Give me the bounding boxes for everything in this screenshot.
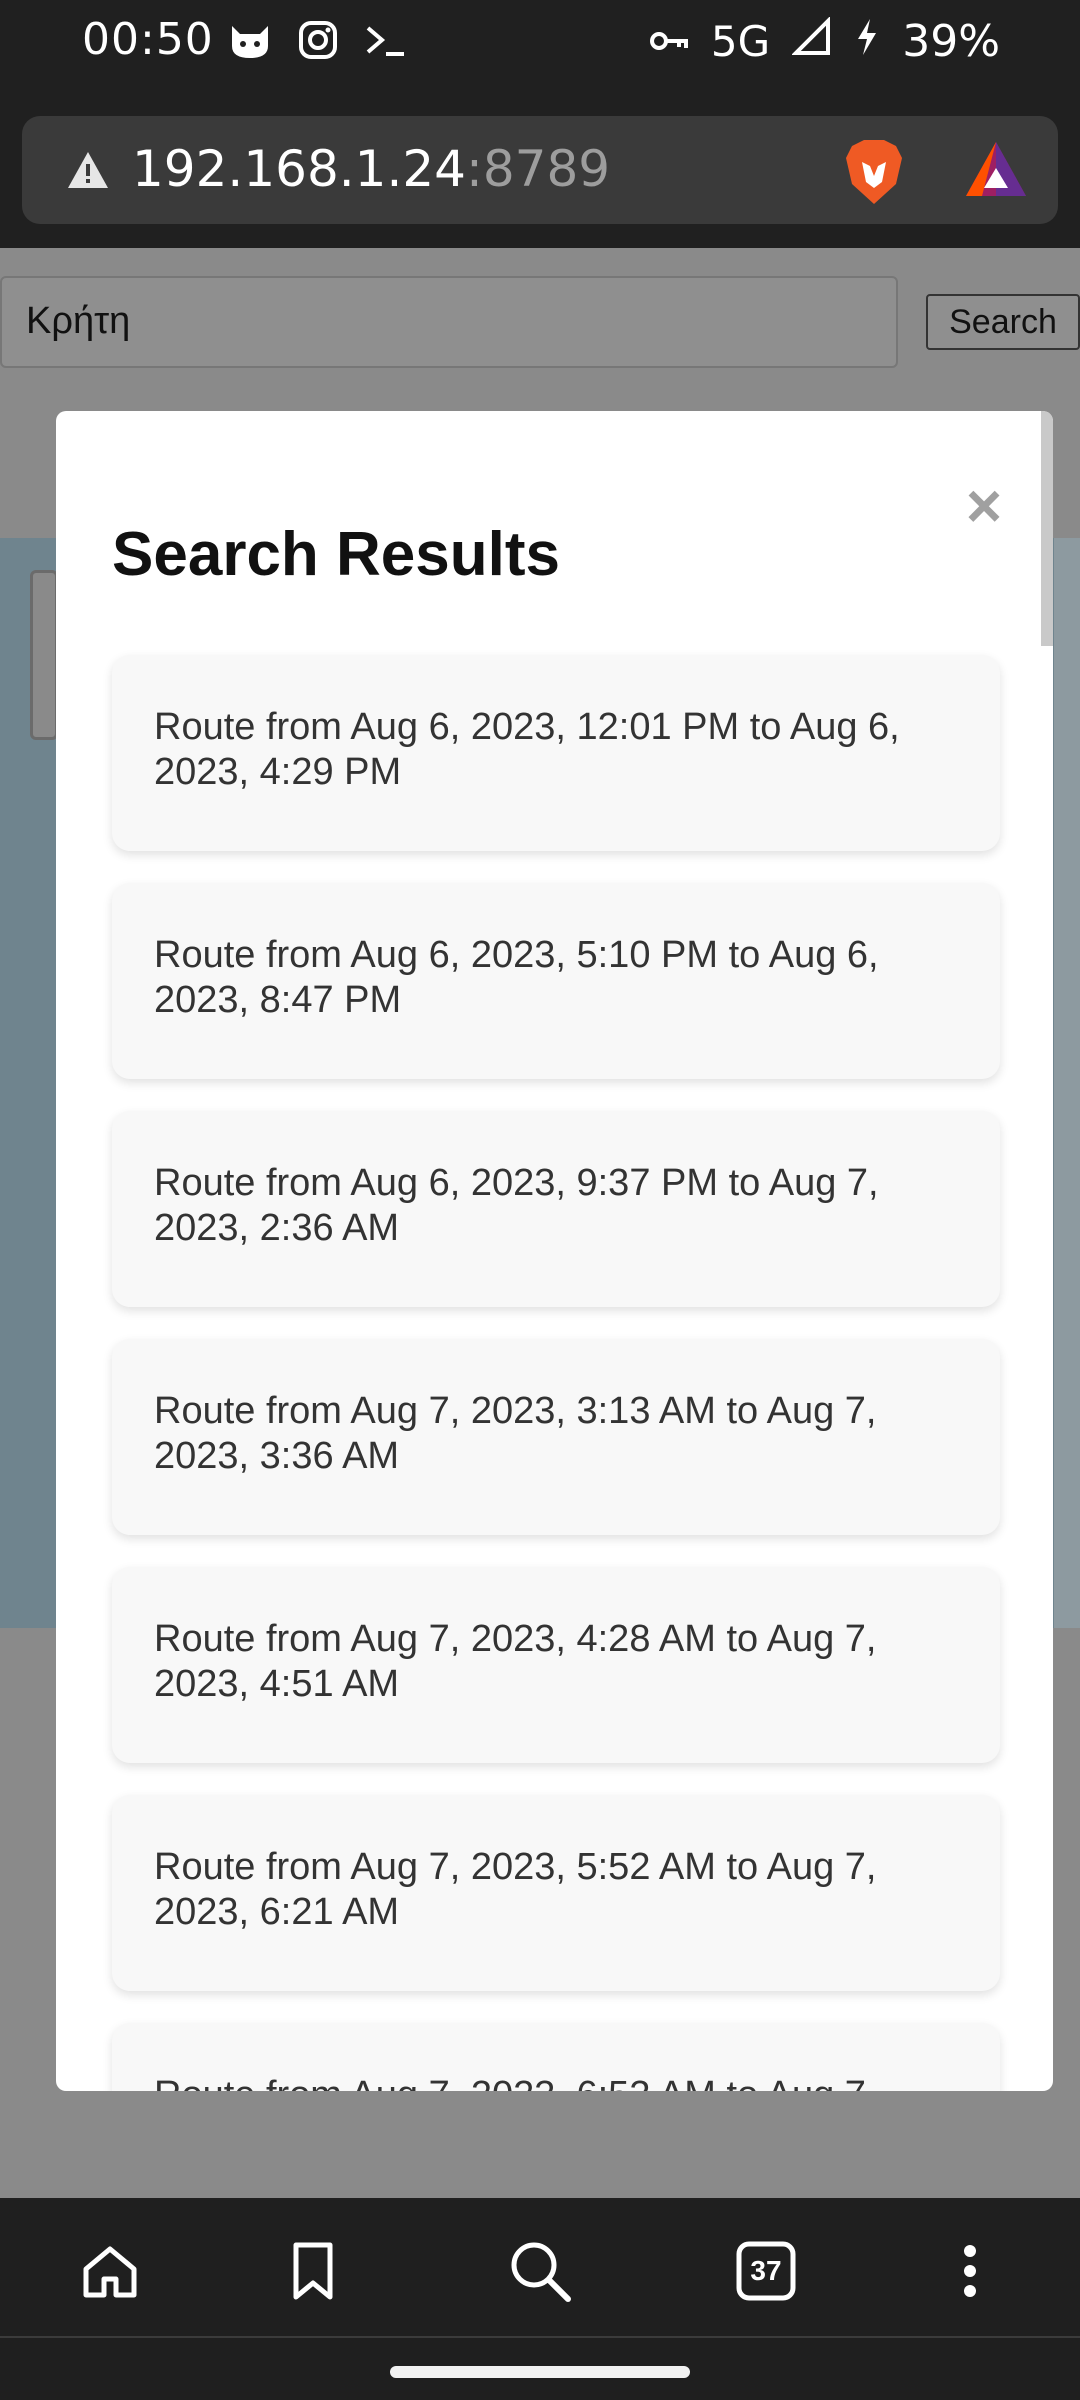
cat-app-icon [228,20,272,64]
url-port: :8789 [465,140,611,198]
result-item[interactable]: Route from Aug 6, 2023, 5:10 PM to Aug 6… [112,883,1000,1079]
tabs-count: 37 [750,2255,782,2286]
search-input[interactable]: Κρήτη [0,276,898,368]
bottom-toolbar: 37 [0,2200,1080,2336]
charging-icon [854,17,880,67]
result-item[interactable]: Route from Aug 7, 2023, 5:52 AM to Aug 7… [112,1795,1000,1991]
url-host: 192.168.1.24 [132,140,466,198]
address-bar[interactable]: 192.168.1.24:8789 [22,116,1058,224]
signal-icon [791,15,832,67]
status-time: 00:50 [82,14,214,65]
system-indicators: 5G 39% [649,15,1000,67]
more-menu-icon[interactable] [935,2236,1005,2306]
result-item[interactable]: Route from Aug 7, 2023, 4:28 AM to Aug 7… [112,1567,1000,1763]
warning-icon[interactable] [66,150,110,195]
home-icon[interactable] [75,2236,145,2306]
status-bar: 00:50 5G 39% [0,0,1080,86]
result-item[interactable]: Route from Aug 6, 2023, 9:37 PM to Aug 7… [112,1111,1000,1307]
results-list: Route from Aug 6, 2023, 12:01 PM to Aug … [112,655,1000,2091]
terminal-icon [364,20,408,64]
map-zoom-control[interactable] [30,570,58,740]
map-edge [1054,538,1080,1628]
vpn-key-icon [649,17,689,66]
network-type: 5G [710,17,771,66]
instagram-icon [298,20,338,64]
modal-title: Search Results [112,520,560,589]
battery-level: 39% [902,16,1000,67]
search-icon[interactable] [505,2236,575,2306]
notification-icons [228,20,408,64]
search-results-modal: × Search Results Route from Aug 6, 2023,… [56,411,1053,2091]
tabs-icon[interactable]: 37 [731,2236,801,2306]
bookmark-icon[interactable] [278,2236,348,2306]
result-item[interactable]: Route from Aug 6, 2023, 12:01 PM to Aug … [112,655,1000,851]
browser-toolbar: 192.168.1.24:8789 [0,86,1080,248]
modal-scrollbar[interactable] [1041,411,1053,646]
close-icon[interactable]: × [954,476,1014,538]
home-gesture-bar[interactable] [390,2366,690,2378]
result-item[interactable]: Route from Aug 7, 2023, 6:53 AM to Aug 7… [112,2023,1000,2091]
gesture-area [0,2338,1080,2400]
result-item[interactable]: Route from Aug 7, 2023, 3:13 AM to Aug 7… [112,1339,1000,1535]
brave-lion-icon[interactable] [842,136,906,213]
url-text[interactable]: 192.168.1.24:8789 [132,140,610,198]
brave-rewards-icon[interactable] [962,138,1030,207]
search-button[interactable]: Search [926,294,1080,350]
